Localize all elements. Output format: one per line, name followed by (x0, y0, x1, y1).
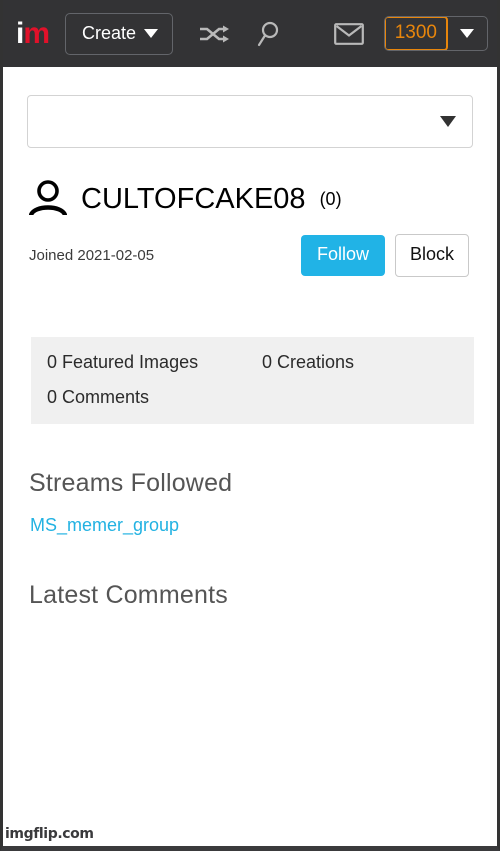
logo-letter-m: m (23, 16, 50, 50)
stats-row-bottom: 0 Comments (47, 388, 474, 423)
latest-comments-heading: Latest Comments (29, 581, 228, 609)
block-button[interactable]: Block (394, 234, 469, 277)
create-button-label: Create (82, 22, 137, 43)
account-menu-chevron-down-icon[interactable] (447, 17, 487, 50)
stat-comments: 0 Comments (47, 387, 150, 407)
stat-creations: 0 Creations (262, 352, 355, 372)
logo-letter-i: i (16, 16, 24, 50)
stats-row-top: 0 Featured Images 0 Creations (47, 353, 474, 388)
top-navigation-bar: i m Create 1300 (3, 0, 497, 67)
chevron-down-icon (144, 28, 159, 38)
user-identity-row: CULTOFCAKE08 (0) (28, 179, 342, 220)
imgflip-logo[interactable]: i m (16, 16, 50, 50)
imgflip-watermark: imgflip.com (5, 826, 94, 842)
page-content: CULTOFCAKE08 (0) Joined 2021-02-05 Follo… (3, 67, 497, 846)
points-badge[interactable]: 1300 (384, 17, 448, 50)
streams-followed-heading: Streams Followed (29, 469, 233, 497)
app-window: i m Create 1300 CULTOFCAKE08 (0) Joined … (0, 0, 500, 851)
user-points-count: (0) (319, 189, 342, 209)
stream-select-dropdown[interactable] (27, 95, 473, 148)
joined-date: Joined 2021-02-05 (29, 247, 155, 264)
chevron-down-icon (440, 116, 456, 127)
search-icon[interactable] (247, 21, 291, 47)
stat-featured-images: 0 Featured Images (47, 352, 199, 372)
create-button[interactable]: Create (65, 12, 174, 55)
points-menu-group: 1300 (383, 16, 488, 51)
person-icon (28, 179, 68, 220)
profile-stats-panel: 0 Featured Images 0 Creations 0 Comments (31, 337, 474, 424)
mail-icon[interactable] (324, 22, 374, 45)
page-title: CULTOFCAKE08 (81, 183, 306, 215)
profile-actions: Follow Block (300, 234, 469, 277)
shuffle-icon[interactable] (189, 23, 239, 45)
follow-button[interactable]: Follow (300, 235, 385, 276)
stream-link-ms-memer-group[interactable]: MS_memer_group (30, 515, 179, 536)
